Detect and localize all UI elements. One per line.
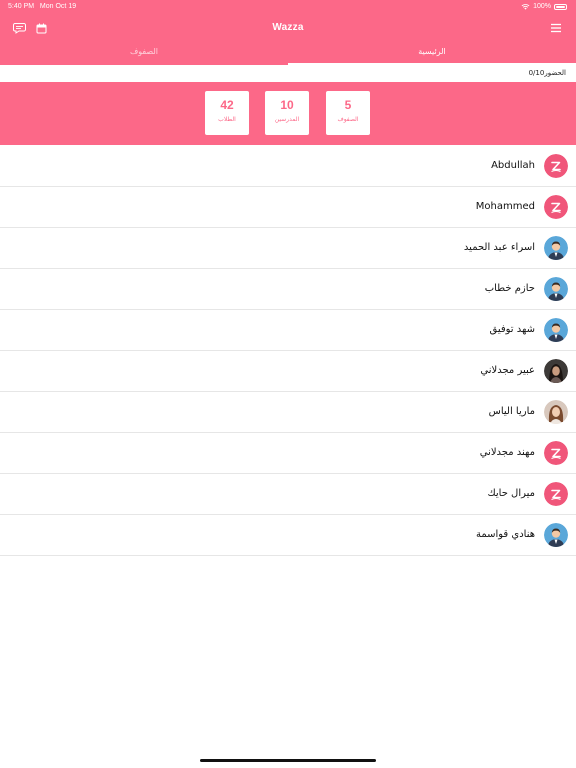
stat-students-value: 42 — [220, 98, 234, 112]
attendance-bar: الحضور0/10 — [0, 65, 576, 82]
tab-classes[interactable]: الصفوف — [0, 47, 288, 56]
list-item-name: Mohammed — [475, 201, 535, 212]
hamburger-menu-icon — [551, 23, 561, 33]
male-avatar-icon — [544, 523, 568, 547]
calendar-icon — [36, 23, 46, 33]
brand-logo-icon — [544, 482, 568, 506]
list-item[interactable]: اسراء عبد الحميد — [0, 228, 576, 269]
stats-band: 42 الطلاب 10 المدرسين 5 الصفوف — [0, 82, 576, 145]
stat-teachers-value: 10 — [280, 98, 294, 112]
list-item[interactable]: شهد توفيق — [0, 310, 576, 351]
stat-classes-label: الصفوف — [337, 116, 359, 123]
list-item-name: Abdullah — [491, 160, 535, 171]
app-title: Wazza — [272, 22, 304, 33]
tab-home[interactable]: الرئيسية — [288, 47, 576, 56]
male-avatar-icon — [544, 236, 568, 260]
list-item[interactable]: Abdullah — [0, 146, 576, 187]
status-indicators: 100% — [521, 3, 567, 10]
list-item-name: مهند مجدلاني — [479, 447, 535, 458]
list-item[interactable]: مهند مجدلاني — [0, 433, 576, 474]
calendar-button[interactable] — [34, 21, 48, 35]
list-item-name: اسراء عبد الحميد — [463, 242, 535, 253]
stat-students-label: الطلاب — [218, 116, 236, 123]
app-header: 5:40 PM Mon Oct 19 100% Wazza الصفوف الر… — [0, 0, 576, 65]
brand-logo-icon — [544, 441, 568, 465]
brand-logo-icon — [544, 195, 568, 219]
male-avatar-icon — [544, 277, 568, 301]
female-photo-light — [544, 400, 568, 424]
brand-logo-icon — [544, 154, 568, 178]
stat-classes-value: 5 — [344, 98, 352, 112]
list-item[interactable]: هنادي قواسمة — [0, 515, 576, 556]
list-item-name: هنادي قواسمة — [475, 529, 535, 540]
attendance-count: الحضور0/10 — [528, 69, 566, 77]
chat-button[interactable] — [12, 21, 26, 35]
list-item[interactable]: عبير مجدلاني — [0, 351, 576, 392]
list-item-name: شهد توفيق — [489, 324, 535, 335]
stat-card-classes[interactable]: 5 الصفوف — [326, 91, 370, 135]
status-date: Mon Oct 19 — [39, 3, 77, 10]
stat-card-teachers[interactable]: 10 المدرسين — [265, 91, 309, 135]
home-indicator — [200, 759, 376, 762]
female-photo-dark — [544, 359, 568, 383]
list-item-name: حازم خطاب — [484, 283, 535, 294]
male-avatar-icon — [544, 318, 568, 342]
list-item[interactable]: حازم خطاب — [0, 269, 576, 310]
battery-percent: 100% — [533, 3, 551, 10]
menu-button[interactable] — [549, 21, 563, 35]
chat-bubble-icon — [12, 23, 26, 34]
people-list: Abdullah Mohammed اسراء عبد الحميد حازم … — [0, 146, 576, 556]
wifi-icon — [521, 3, 530, 10]
list-item[interactable]: ماريا الياس — [0, 392, 576, 433]
status-clock: 5:40 PM — [8, 3, 35, 10]
list-item[interactable]: Mohammed — [0, 187, 576, 228]
battery-icon — [554, 3, 567, 10]
list-item-name: ماريا الياس — [488, 406, 535, 417]
list-item[interactable]: ميرال حايك — [0, 474, 576, 515]
stat-teachers-label: المدرسين — [274, 116, 300, 123]
stat-card-students[interactable]: 42 الطلاب — [205, 91, 249, 135]
status-time: 5:40 PM Mon Oct 19 — [8, 3, 76, 10]
list-item-name: عبير مجدلاني — [480, 365, 535, 376]
list-item-name: ميرال حايك — [487, 488, 535, 499]
